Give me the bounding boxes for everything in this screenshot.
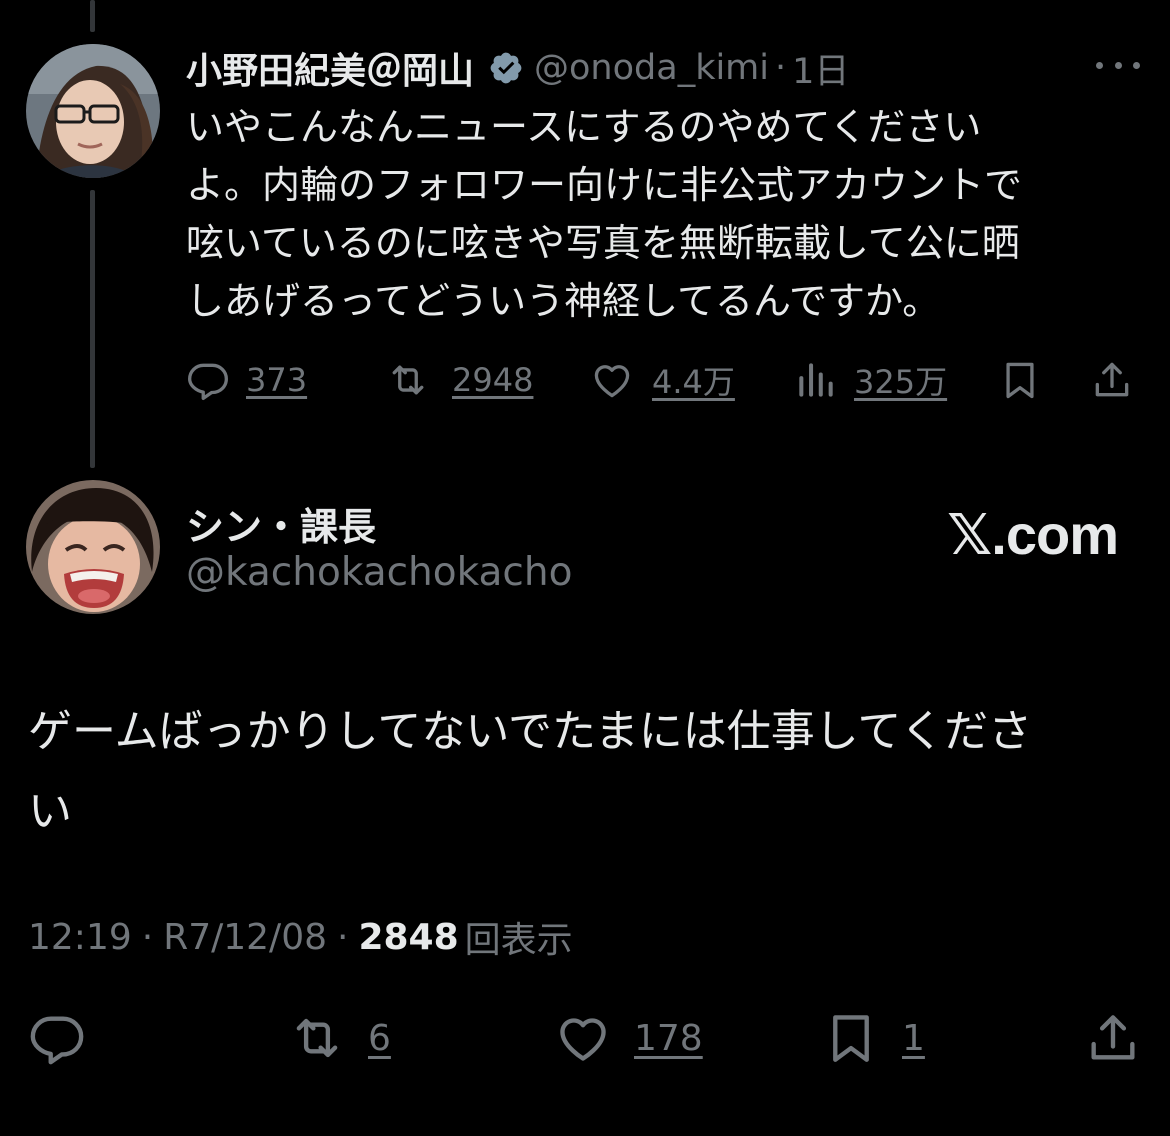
verified-badge-icon bbox=[490, 52, 522, 84]
tweet-meta: 12:19 · R7/12/08 · 2848 回表示 bbox=[28, 912, 573, 962]
heart-icon bbox=[560, 1018, 606, 1061]
share-button[interactable] bbox=[1090, 352, 1134, 408]
main-tweet-text-line: ゲームばっかりしてないでたまには仕事してくださ い bbox=[28, 706, 1033, 837]
views-button[interactable]: 325万 bbox=[794, 352, 947, 408]
quoted-tweet-text: いやこんなんニュースにするのやめてください よ。内輪のフォロワー向けに非公式アカ… bbox=[186, 105, 1023, 323]
tweet-date[interactable]: R7/12/08 bbox=[163, 917, 327, 958]
view-count-label: 回表示 bbox=[464, 920, 573, 961]
reply-icon bbox=[30, 1016, 84, 1065]
thread-line-middle bbox=[90, 190, 95, 468]
reply-button[interactable]: 373 bbox=[186, 352, 307, 408]
quoted-stats-row: 373 2948 4.4万 325万 bbox=[186, 352, 1140, 408]
reply-icon bbox=[188, 363, 228, 400]
main-bookmark-count: 1 bbox=[902, 1017, 925, 1059]
main-repost-count: 6 bbox=[368, 1017, 391, 1059]
share-icon bbox=[1091, 1015, 1135, 1060]
main-reply-button[interactable] bbox=[28, 1008, 86, 1068]
main-tweet-text: ゲームばっかりしてないでたまには仕事してくださ い bbox=[28, 692, 1138, 852]
thread-line-top bbox=[90, 0, 95, 32]
tweet-time[interactable]: 12:19 bbox=[28, 917, 132, 958]
view-count: 2848 bbox=[358, 916, 459, 958]
reply-count: 373 bbox=[246, 361, 308, 399]
repost-icon bbox=[392, 365, 424, 395]
x-com-logo: 𝕏.com bbox=[947, 503, 1119, 566]
main-action-row: 6 178 1 bbox=[28, 1008, 1142, 1068]
avatar-kacho[interactable] bbox=[26, 480, 160, 614]
meta-separator: · bbox=[337, 916, 349, 958]
quoted-handle[interactable]: @onoda_kimi bbox=[534, 48, 769, 88]
repost-icon bbox=[296, 1018, 338, 1058]
tweet-screen: 小野田紀美＠岡山 @onoda_kimi · 1日 いやこんなんニュースにするの… bbox=[0, 0, 1170, 1136]
main-bookmark-button[interactable]: 1 bbox=[822, 1008, 925, 1068]
avatar-onoda[interactable] bbox=[26, 44, 160, 178]
heart-icon bbox=[594, 365, 630, 398]
main-like-count: 178 bbox=[634, 1017, 703, 1059]
bookmark-button[interactable] bbox=[998, 352, 1042, 408]
quoted-tweet-header: 小野田紀美＠岡山 @onoda_kimi · 1日 bbox=[186, 40, 849, 96]
main-share-button[interactable] bbox=[1084, 1008, 1142, 1068]
more-icon[interactable] bbox=[1096, 50, 1140, 80]
bookmark-icon bbox=[1006, 362, 1034, 399]
repost-count: 2948 bbox=[452, 361, 534, 399]
share-icon bbox=[1095, 362, 1129, 397]
separator-dot: · bbox=[775, 48, 787, 88]
quoted-time[interactable]: 1日 bbox=[792, 43, 849, 94]
main-repost-button[interactable]: 6 bbox=[288, 1008, 391, 1068]
quoted-display-name[interactable]: 小野田紀美＠岡山 bbox=[186, 42, 474, 94]
views-count: 325万 bbox=[854, 363, 948, 401]
like-count: 4.4万 bbox=[652, 363, 735, 401]
main-handle[interactable]: @kachokachokacho bbox=[186, 550, 572, 595]
views-chart-icon bbox=[799, 363, 833, 397]
main-like-button[interactable]: 178 bbox=[554, 1008, 703, 1068]
main-display-name[interactable]: シン・課長 bbox=[186, 496, 376, 551]
repost-button[interactable]: 2948 bbox=[386, 352, 533, 408]
meta-separator: · bbox=[141, 916, 154, 958]
bookmark-icon bbox=[833, 1015, 869, 1062]
like-button[interactable]: 4.4万 bbox=[590, 352, 735, 408]
